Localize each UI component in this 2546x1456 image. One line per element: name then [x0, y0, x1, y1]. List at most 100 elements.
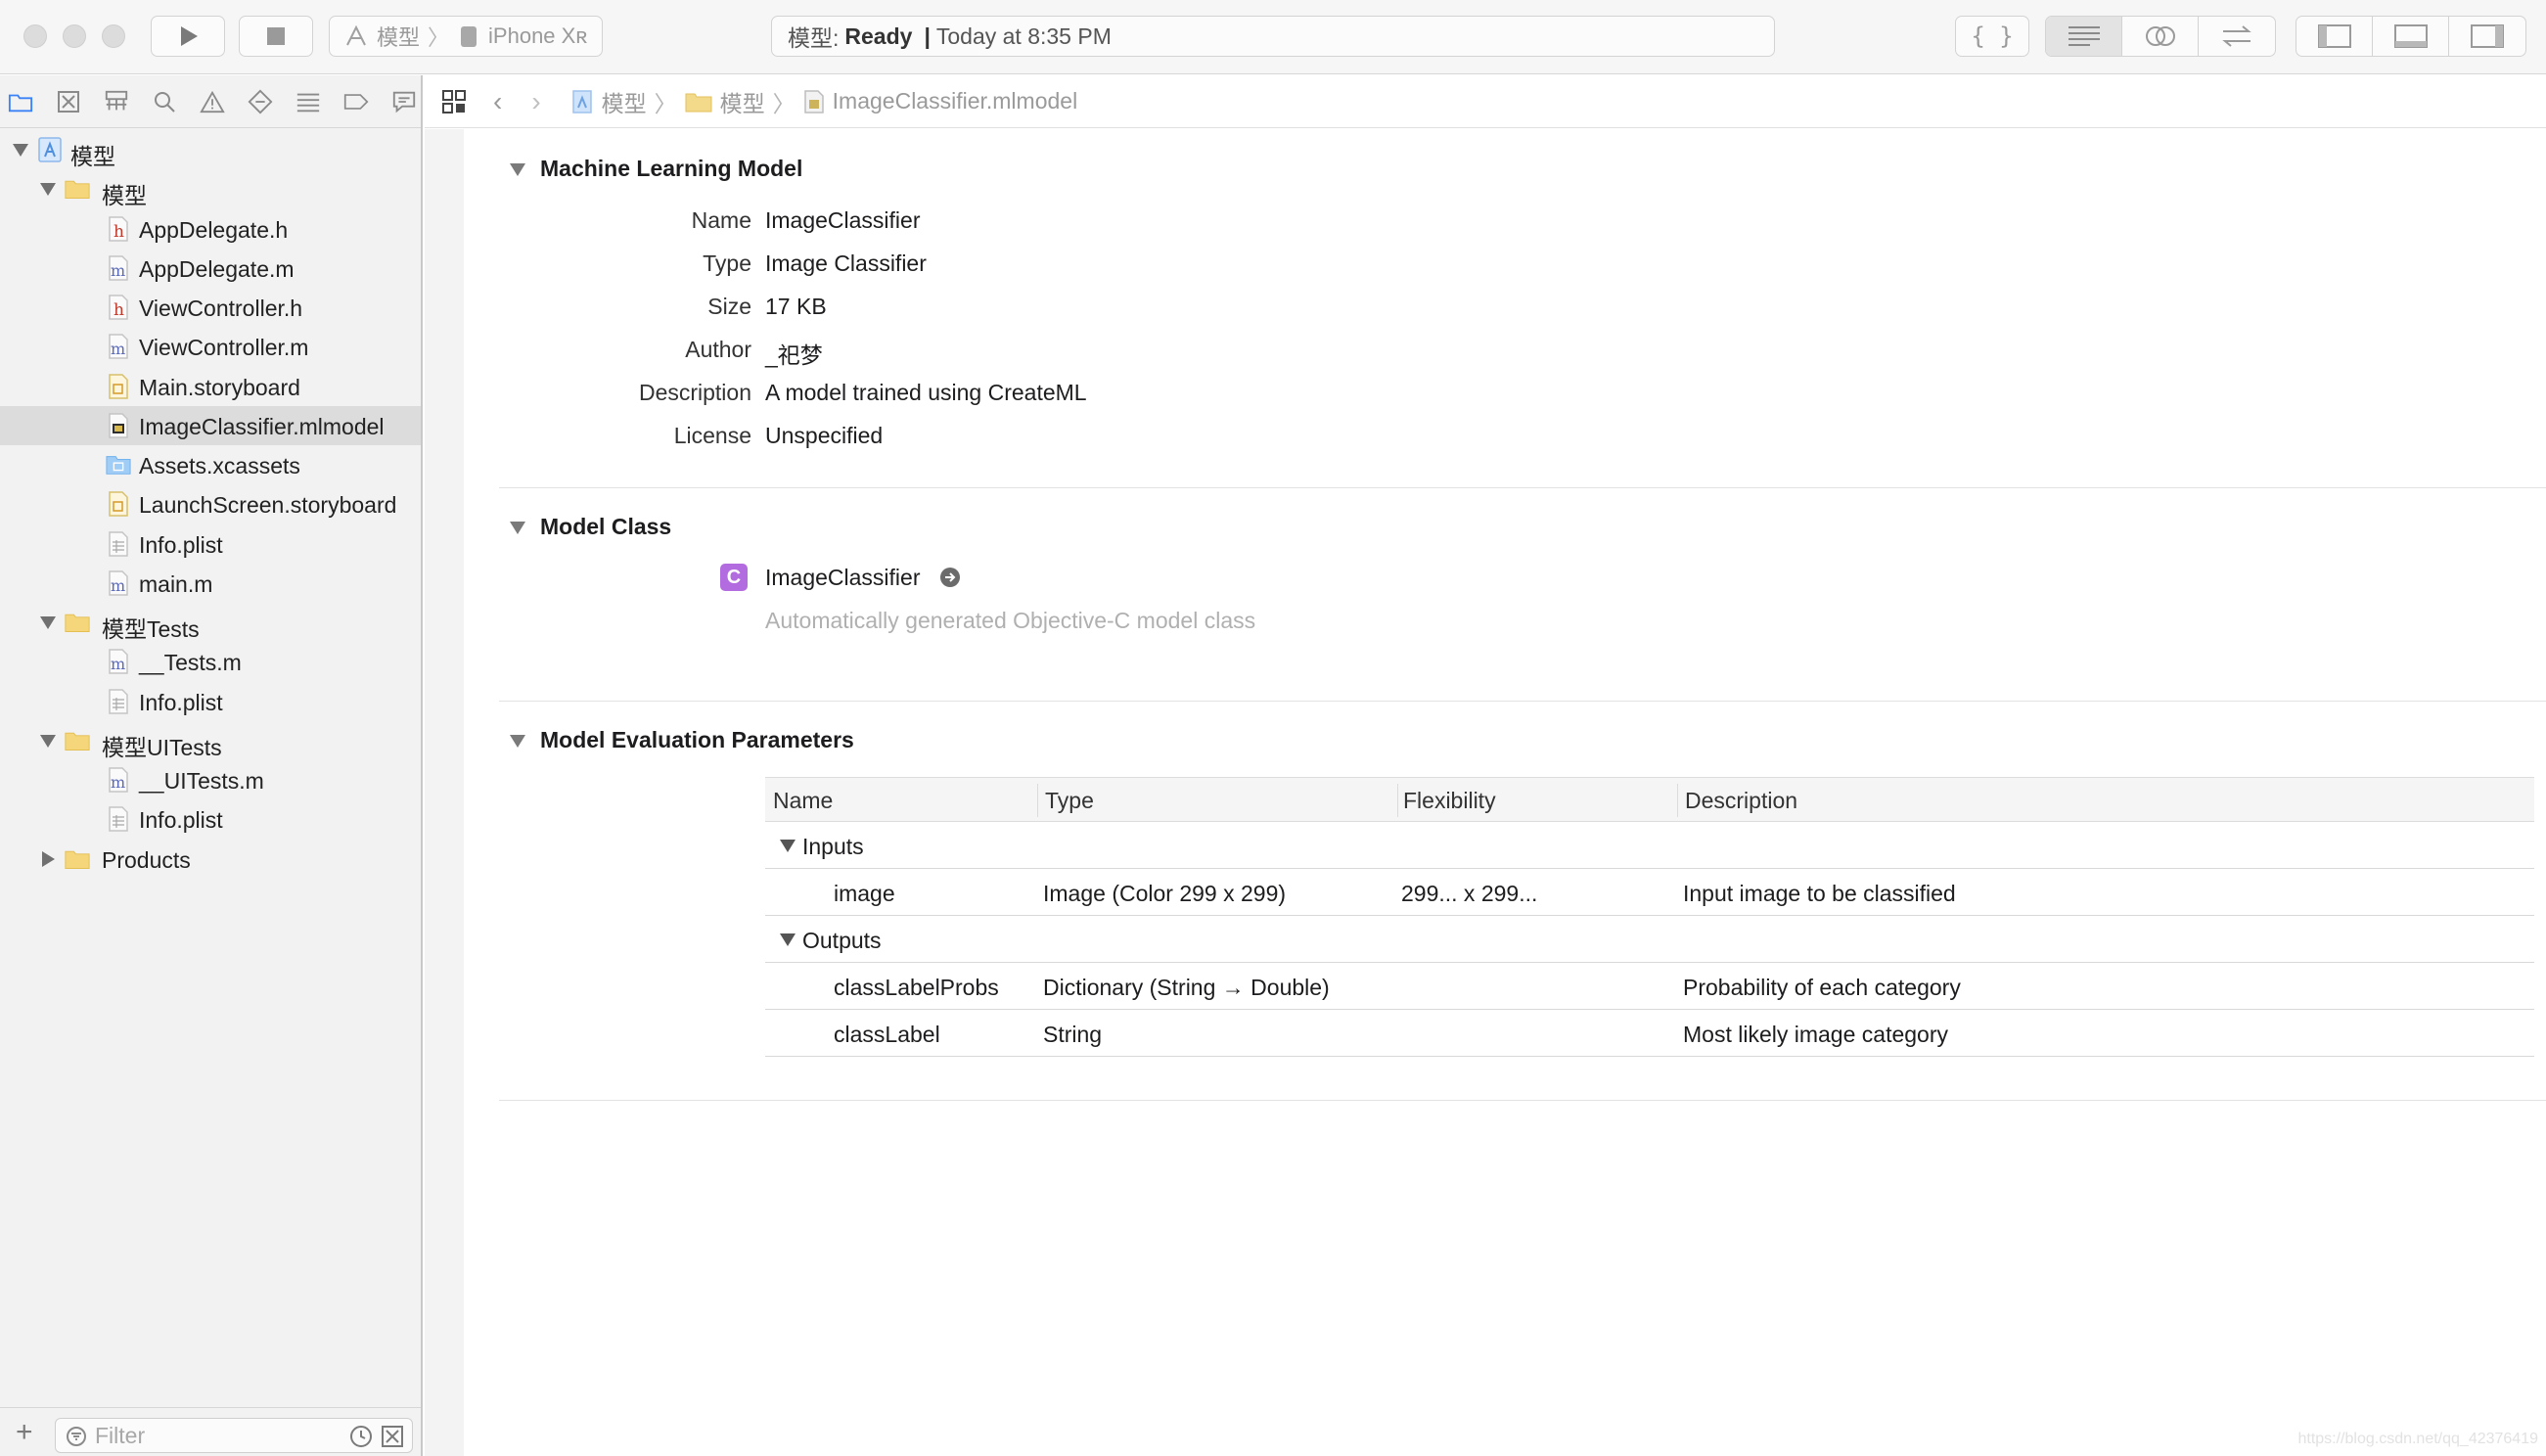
run-button[interactable]	[151, 16, 225, 57]
navigate-arrow-icon[interactable]	[939, 567, 961, 588]
library-button[interactable]: { }	[1955, 16, 2029, 57]
column-divider	[1677, 784, 1678, 817]
outputs-group-row[interactable]: Outputs	[765, 916, 2534, 963]
field-value: A model trained using CreateML	[765, 380, 1087, 405]
find-navigator-tab[interactable]	[152, 89, 177, 114]
venn-circles-icon	[2145, 26, 2175, 46]
tree-file-row[interactable]: Main.storyboard	[0, 367, 421, 406]
zoom-window-button[interactable]	[102, 24, 125, 48]
section-divider	[499, 1100, 2546, 1101]
scheme-selector[interactable]: 模型 〉 iPhone Xʀ	[329, 16, 603, 57]
filter-input[interactable]: Filter	[55, 1418, 413, 1453]
breadcrumb-item[interactable]: 模型	[602, 85, 647, 118]
tree-file-row[interactable]: h AppDelegate.h	[0, 209, 421, 249]
toggle-inspector-button[interactable]	[2449, 17, 2525, 56]
svg-text:m: m	[111, 261, 125, 280]
breadcrumb-item[interactable]: 模型	[720, 85, 765, 118]
tree-file-row[interactable]: LaunchScreen.storyboard	[0, 484, 421, 523]
tree-file-row[interactable]: Info.plist	[0, 524, 421, 564]
tree-file-row[interactable]: Assets.xcassets	[0, 445, 421, 484]
eval-params-section-title: Model Evaluation Parameters	[540, 727, 854, 752]
stop-button[interactable]	[239, 16, 313, 57]
tree-group-row[interactable]: Products	[0, 840, 421, 879]
column-header-description[interactable]: Description	[1685, 788, 1797, 814]
symbol-navigator-tab[interactable]	[104, 89, 129, 114]
column-header-flexibility[interactable]: Flexibility	[1403, 788, 1496, 814]
disclosure-open-icon[interactable]	[39, 732, 57, 750]
left-panel-icon	[2317, 24, 2351, 48]
table-row[interactable]: classLabelProbs Dictionary (String → Dou…	[765, 963, 2534, 1010]
tree-group-row[interactable]: 模型	[0, 130, 421, 169]
disclosure-open-icon[interactable]	[12, 141, 29, 159]
lines-icon	[2068, 26, 2100, 46]
version-editor-button[interactable]	[2199, 17, 2275, 56]
disclosure-triangle-icon[interactable]	[779, 838, 796, 853]
disclosure-triangle-icon[interactable]	[509, 732, 526, 750]
disclosure-open-icon[interactable]	[39, 614, 57, 631]
param-name: classLabelProbs	[834, 975, 999, 1000]
tree-file-row[interactable]: Info.plist	[0, 682, 421, 721]
disclosure-closed-icon[interactable]	[39, 850, 57, 868]
debug-navigator-tab[interactable]	[296, 89, 321, 114]
toggle-debug-area-button[interactable]	[2373, 17, 2449, 56]
objc-file-icon: m	[106, 569, 131, 597]
source-control-filter-icon[interactable]	[381, 1425, 404, 1448]
toggle-navigator-button[interactable]	[2296, 17, 2373, 56]
standard-editor-button[interactable]	[2046, 17, 2122, 56]
param-description: Probability of each category	[1683, 975, 1961, 1000]
breadcrumb-item[interactable]: ImageClassifier.mlmodel	[833, 88, 1078, 114]
tree-file-row[interactable]: m AppDelegate.m	[0, 249, 421, 288]
tree-item-label: 模型	[70, 144, 115, 169]
tree-group-row[interactable]: 模型Tests	[0, 603, 421, 642]
test-navigator-tab[interactable]	[248, 89, 273, 114]
column-header-name[interactable]: Name	[773, 788, 833, 814]
source-control-navigator-tab[interactable]	[56, 89, 81, 114]
field-value: Unspecified	[765, 423, 884, 448]
objc-file-icon: m	[106, 648, 131, 675]
project-navigator-tab[interactable]	[8, 89, 33, 114]
warning-icon	[200, 90, 225, 113]
model-class-section-title: Model Class	[540, 514, 672, 539]
svg-text:m: m	[111, 655, 125, 673]
disclosure-triangle-icon[interactable]	[509, 160, 526, 178]
tree-group-row[interactable]: 模型UITests	[0, 721, 421, 760]
tree-group-row[interactable]: 模型	[0, 169, 421, 208]
folder-icon	[65, 727, 90, 754]
tree-item-label: __Tests.m	[139, 650, 242, 676]
table-row[interactable]: image Image (Color 299 x 299) 299... x 2…	[765, 869, 2534, 916]
table-row[interactable]: classLabel String Most likely image cate…	[765, 1010, 2534, 1057]
tree-file-row[interactable]: m __Tests.m	[0, 642, 421, 681]
inputs-group-row[interactable]: Inputs	[765, 822, 2534, 869]
tree-file-row[interactable]: ImageClassifier.mlmodel	[0, 405, 421, 445]
disclosure-triangle-icon[interactable]	[779, 932, 796, 947]
tree-file-row[interactable]: m ViewController.m	[0, 327, 421, 366]
minimize-window-button[interactable]	[63, 24, 86, 48]
project-navigator: 模型 模型 h AppDelegate.h m AppDelegate.m h ViewCon…	[0, 75, 423, 1456]
related-items-grid-icon[interactable]	[440, 88, 468, 115]
tree-item-label: ViewController.h	[139, 296, 303, 321]
tree-file-row[interactable]: h ViewController.h	[0, 288, 421, 327]
disclosure-open-icon[interactable]	[39, 180, 57, 198]
forward-chevron-icon[interactable]: ›	[531, 86, 540, 117]
add-icon[interactable]: +	[16, 1418, 33, 1447]
issue-navigator-tab[interactable]	[200, 89, 225, 114]
jump-bar: ‹ › 模型 〉 模型 〉 ImageClassifier.mlmodel	[425, 75, 2546, 128]
tree-file-row[interactable]: m main.m	[0, 564, 421, 603]
breadcrumb: 模型 〉 模型 〉 ImageClassifier.mlmodel	[570, 85, 1078, 118]
asset-catalog-icon	[106, 451, 131, 478]
assistant-editor-button[interactable]	[2122, 17, 2199, 56]
breakpoint-navigator-tab[interactable]	[343, 89, 369, 114]
close-window-button[interactable]	[23, 24, 47, 48]
recent-files-clock-icon[interactable]	[349, 1425, 373, 1448]
activity-viewer: 模型: Ready | Today at 8:35 PM	[771, 16, 1775, 57]
tree-file-row[interactable]: m __UITests.m	[0, 760, 421, 799]
field-key: Type	[703, 250, 751, 276]
disclosure-triangle-icon[interactable]	[509, 519, 526, 536]
report-navigator-tab[interactable]	[391, 89, 417, 114]
column-header-type[interactable]: Type	[1045, 788, 1094, 814]
tree-item-label: Info.plist	[139, 689, 223, 715]
tree-file-row[interactable]: Info.plist	[0, 799, 421, 839]
back-chevron-icon[interactable]: ‹	[493, 86, 502, 117]
play-icon	[181, 26, 198, 46]
iphone-icon	[461, 26, 477, 47]
